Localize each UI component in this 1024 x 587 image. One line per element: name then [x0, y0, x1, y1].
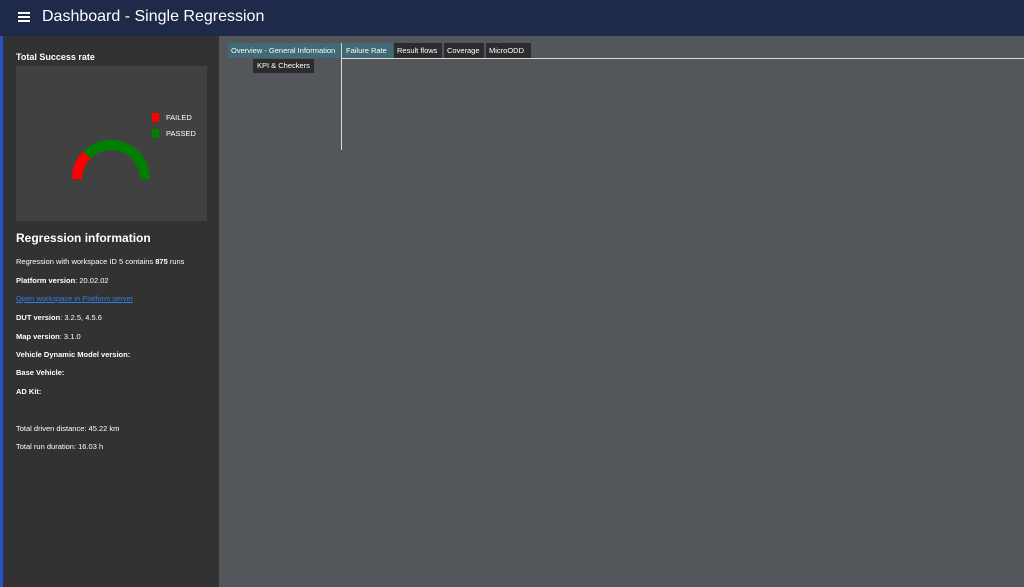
success-rate-title: Total Success rate [16, 52, 95, 62]
map-label: Map version [16, 332, 60, 341]
total-run-duration: Total run duration: 16.03 h [16, 442, 104, 451]
map-value: : 3.1.0 [59, 332, 81, 341]
hamburger-menu-icon[interactable] [18, 12, 30, 22]
map-version: Map version: 3.1.0 [16, 332, 81, 341]
total-driven-distance: Total driven distance: 45.22 km [16, 424, 120, 433]
page-title: Dashboard - Single Regression [42, 8, 265, 25]
sidebar: Total Success rate FAILED PASSED Regress… [3, 36, 219, 587]
workspace-link-row: Open workspace in Platform server [16, 294, 133, 303]
platform-version: Platform version: 20.02.02 [16, 276, 109, 285]
tab-divider [341, 58, 1024, 59]
tab-microodd[interactable]: MicroODD [486, 43, 531, 58]
tab-coverage[interactable]: Coverage [444, 43, 484, 58]
platform-value: : 20.02.02 [75, 276, 109, 285]
dut-version: DUT version: 3.2.5, 4.5.6 [16, 313, 102, 322]
ad-kit-label: AD Kit: [16, 387, 42, 396]
vehicle-model-label: Vehicle Dynamic Model version: [16, 350, 131, 359]
gauge-chart [72, 140, 150, 179]
subtab-kpi-checkers[interactable]: KPI & Checkers [253, 59, 314, 73]
success-rate-gauge-panel: FAILED PASSED [16, 66, 207, 221]
regression-summary: Regression with workspace ID 5 contains … [16, 257, 184, 266]
summary-prefix: Regression with workspace ID 5 contains [16, 257, 156, 266]
open-workspace-link[interactable]: Open workspace in Platform server [16, 294, 133, 303]
legend-passed-label: PASSED [166, 129, 196, 138]
gauge-passed-segment [83, 140, 150, 179]
dut-label: DUT version [16, 313, 61, 322]
regression-info-title: Regression information [16, 231, 151, 245]
vehicle-model-version: Vehicle Dynamic Model version: [16, 350, 130, 359]
base-vehicle: Base Vehicle: [16, 368, 64, 377]
base-vehicle-label: Base Vehicle: [16, 368, 65, 377]
app-header: Dashboard - Single Regression [0, 0, 1024, 36]
panel-divider [341, 43, 342, 150]
tab-failure-rate[interactable]: Failure Rate [343, 43, 393, 58]
tab-overview[interactable]: Overview - General Information [228, 43, 341, 58]
ad-kit: AD Kit: [16, 387, 41, 396]
summary-runs: 875 [155, 257, 168, 266]
tab-result-flows[interactable]: Result flows [394, 43, 442, 58]
dut-value: : 3.2.5, 4.5.6 [60, 313, 102, 322]
platform-label: Platform version [16, 276, 76, 285]
legend-failed-swatch [152, 113, 159, 122]
legend-failed-label: FAILED [166, 113, 192, 122]
legend-passed-swatch [152, 129, 159, 138]
summary-suffix: runs [167, 257, 185, 266]
